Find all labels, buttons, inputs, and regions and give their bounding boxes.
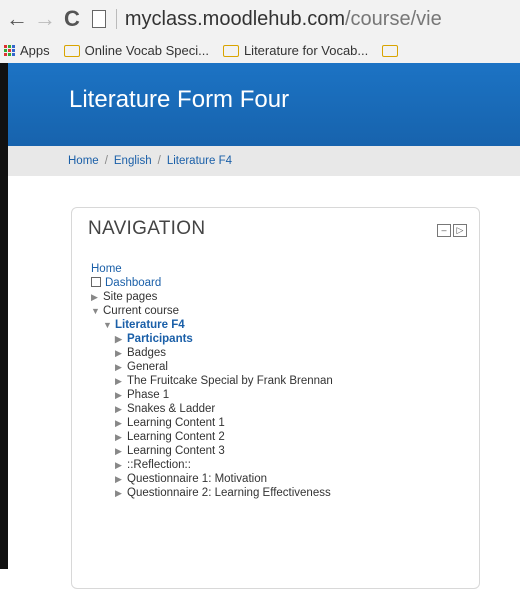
collapse-arrow-icon: ▼ (91, 306, 100, 316)
minimize-icon[interactable]: – (437, 224, 451, 237)
nav-section[interactable]: ▶ Questionnaire 2: Learning Effectiveness (91, 486, 333, 500)
nav-section[interactable]: ▶::Reflection:: (91, 458, 333, 472)
expand-arrow-icon: ▶ (115, 418, 122, 428)
nav-section[interactable]: ▶ The Fruitcake Special by Frank Brennan (91, 374, 333, 388)
bookmark-literature-vocab[interactable]: Literature for Vocab... (244, 43, 368, 58)
left-edge-bar (0, 63, 8, 569)
expand-arrow-icon: ▶ (115, 474, 122, 484)
nav-course-literature-f4[interactable]: ▼ Literature F4 (91, 318, 333, 332)
dock-icon[interactable]: ▷ (453, 224, 467, 237)
page-icon (91, 10, 106, 28)
expand-arrow-icon: ▶ (115, 460, 122, 470)
back-arrow-icon[interactable]: ← (6, 6, 28, 32)
nav-section[interactable]: ▶ Snakes & Ladder (91, 402, 333, 416)
expand-arrow-icon: ▶ (115, 334, 122, 344)
apps-grid-icon[interactable] (4, 45, 15, 56)
navigation-title: NAVIGATION (88, 218, 206, 239)
url-path: /course/vie (344, 7, 442, 30)
nav-section[interactable]: ▶ General (91, 360, 333, 374)
nav-section[interactable]: ▶ Learning Content 1 (91, 416, 333, 430)
folder-icon (63, 44, 80, 57)
block-controls: – ▷ (437, 224, 467, 237)
breadcrumb-separator: / (157, 155, 161, 167)
nav-section[interactable]: ▶ Badges (91, 346, 333, 360)
forward-arrow-icon[interactable]: → (34, 6, 56, 32)
breadcrumb-separator: / (104, 155, 108, 167)
expand-arrow-icon: ▶ (115, 488, 122, 498)
navigation-tree: Home Dashboard ▶ Site pages ▼ Current cour… (91, 262, 333, 500)
breadcrumb: Home / English / Literature F4 (8, 146, 520, 176)
nav-section[interactable]: ▶ Questionnaire 1: Motivation (91, 472, 333, 486)
reload-icon[interactable]: C (64, 6, 80, 32)
breadcrumb-home[interactable]: Home (68, 155, 99, 167)
url-domain: myclass.moodlehub.com (124, 7, 345, 30)
breadcrumb-literature-f4[interactable]: Literature F4 (167, 155, 232, 167)
nav-section[interactable]: ▶ Learning Content 2 (91, 430, 333, 444)
expand-arrow-icon: ▶ (115, 432, 122, 442)
collapse-arrow-icon: ▼ (103, 320, 112, 330)
folder-icon (382, 44, 399, 57)
nav-site-pages[interactable]: ▶ Site pages (91, 290, 333, 304)
breadcrumb-english[interactable]: English (114, 155, 152, 167)
browser-toolbar: ← → C myclass.moodlehub.com/course/vie (0, 0, 520, 38)
nav-section[interactable]: ▶ Learning Content 3 (91, 444, 333, 458)
expand-arrow-icon: ▶ (115, 376, 122, 386)
bookmark-online-vocab[interactable]: Online Vocab Speci... (85, 43, 209, 58)
expand-arrow-icon: ▶ (115, 362, 122, 372)
nav-participants[interactable]: ▶ Participants (91, 332, 333, 346)
expand-arrow-icon: ▶ (115, 446, 122, 456)
nav-dashboard[interactable]: Dashboard (91, 276, 333, 290)
nav-home[interactable]: Home (91, 262, 333, 276)
nav-section[interactable]: ▶ Phase 1 (91, 388, 333, 402)
navigation-block: NAVIGATION – ▷ Home Dashboard ▶ Site page… (71, 207, 480, 589)
folder-icon (222, 44, 239, 57)
dashboard-icon (91, 277, 101, 287)
page-header: Literature Form Four (8, 63, 520, 146)
expand-arrow-icon: ▶ (91, 292, 98, 302)
expand-arrow-icon: ▶ (115, 348, 122, 358)
bookmarks-bar: Apps Online Vocab Speci... Literature fo… (0, 38, 520, 64)
nav-current-course[interactable]: ▼ Current course (91, 304, 333, 318)
expand-arrow-icon: ▶ (115, 390, 122, 400)
address-bar[interactable]: myclass.moodlehub.com/course/vie (125, 8, 442, 31)
bookmark-apps[interactable]: Apps (20, 43, 50, 58)
expand-arrow-icon: ▶ (115, 404, 122, 414)
divider (115, 9, 117, 29)
page-title: Literature Form Four (69, 86, 290, 113)
